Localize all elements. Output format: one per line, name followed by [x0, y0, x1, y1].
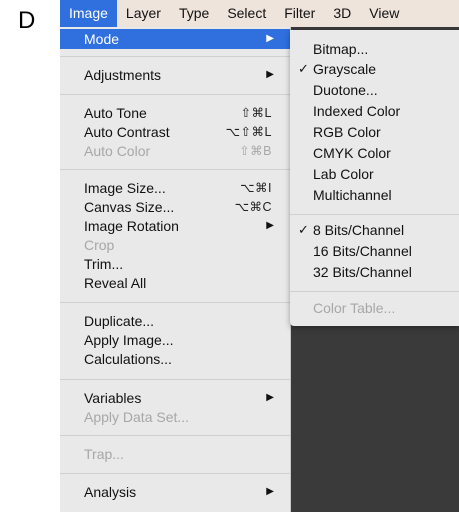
menu-item-label: Apply Data Set... [84, 409, 190, 425]
menubar-image[interactable]: Image [60, 0, 117, 27]
menu-item-trap: Trap... [60, 444, 290, 464]
menu-item-apply-image[interactable]: Apply Image... [60, 330, 290, 350]
menu-item-image-rotation[interactable]: Image Rotation ▶ [60, 216, 290, 236]
menu-item-label: 16 Bits/Channel [313, 243, 412, 259]
menu-item-label: Adjustments [84, 67, 162, 83]
menu-separator [60, 94, 290, 95]
menu-item-variables[interactable]: Variables ▶ [60, 388, 290, 408]
mode-item-rgb-color[interactable]: RGB Color [290, 122, 459, 142]
menu-separator [60, 169, 290, 170]
menu-item-label: Analysis [84, 484, 137, 500]
menu-item-label: Crop [84, 237, 115, 253]
menu-item-label: RGB Color [313, 124, 381, 140]
mode-item-indexed-color[interactable]: Indexed Color [290, 101, 459, 121]
menubar-3d[interactable]: 3D [324, 0, 360, 27]
menu-item-label: Grayscale [313, 61, 377, 77]
menu-item-auto-color: Auto Color ⇧⌘B [60, 141, 290, 161]
menu-item-label: Apply Image... [84, 332, 174, 348]
menu-separator [60, 473, 290, 474]
menu-shortcut: ⇧⌘B [239, 144, 272, 158]
menubar-type[interactable]: Type [170, 0, 218, 27]
menu-item-mode[interactable]: Mode ▶ [60, 29, 290, 49]
menu-item-label: 32 Bits/Channel [313, 264, 412, 280]
mode-submenu: Bitmap... ✓ Grayscale Duotone... Indexed… [290, 30, 459, 326]
menu-item-label: CMYK Color [313, 145, 391, 161]
menu-item-label: Duotone... [313, 82, 378, 98]
menu-separator [290, 214, 459, 215]
menu-item-label: Trap... [84, 446, 124, 462]
mode-item-grayscale[interactable]: ✓ Grayscale [290, 59, 459, 79]
menu-item-auto-tone[interactable]: Auto Tone ⇧⌘L [60, 103, 290, 123]
menu-item-image-size[interactable]: Image Size... ⌥⌘I [60, 178, 290, 198]
submenu-arrow-icon: ▶ [266, 69, 274, 80]
menu-separator [60, 379, 290, 380]
mode-item-color-table: Color Table... [290, 298, 459, 318]
menu-separator [60, 56, 290, 57]
menu-shortcut: ⇧⌘L [240, 106, 272, 120]
menu-item-calculations[interactable]: Calculations... [60, 349, 290, 369]
menu-item-label: Color Table... [313, 300, 396, 316]
menu-item-label: Calculations... [84, 351, 172, 367]
mode-item-8-bits[interactable]: ✓ 8 Bits/Channel [290, 220, 459, 240]
menu-item-label: Multichannel [313, 187, 392, 203]
mode-item-16-bits[interactable]: 16 Bits/Channel [290, 241, 459, 261]
menu-separator [60, 302, 290, 303]
menubar-filter[interactable]: Filter [275, 0, 324, 27]
menubar-layer[interactable]: Layer [117, 0, 170, 27]
mode-item-cmyk-color[interactable]: CMYK Color [290, 143, 459, 163]
menu-item-label: Canvas Size... [84, 199, 175, 215]
menu-item-label: Auto Contrast [84, 124, 170, 140]
menu-item-auto-contrast[interactable]: Auto Contrast ⌥⇧⌘L [60, 122, 290, 142]
menu-item-label: Lab Color [313, 166, 374, 182]
menu-item-label: Bitmap... [313, 41, 369, 57]
menu-item-crop: Crop [60, 235, 290, 255]
menu-item-canvas-size[interactable]: Canvas Size... ⌥⌘C [60, 197, 290, 217]
submenu-arrow-icon: ▶ [266, 220, 274, 231]
menu-item-label: Auto Color [84, 143, 151, 159]
menu-item-analysis[interactable]: Analysis ▶ [60, 482, 290, 502]
menu-item-label: Indexed Color [313, 103, 401, 119]
menu-item-apply-data-set: Apply Data Set... [60, 407, 290, 427]
checkmark-icon: ✓ [298, 61, 309, 76]
menu-shortcut: ⌥⇧⌘L [225, 125, 272, 139]
submenu-arrow-icon: ▶ [266, 33, 274, 44]
panel-label: D [18, 7, 36, 34]
menubar-select[interactable]: Select [218, 0, 275, 27]
mode-item-bitmap[interactable]: Bitmap... [290, 39, 459, 59]
menu-item-label: Trim... [84, 256, 124, 272]
submenu-arrow-icon: ▶ [266, 486, 274, 497]
menu-item-label: Duplicate... [84, 313, 155, 329]
menu-shortcut: ⌥⌘I [240, 181, 272, 195]
menu-item-adjustments[interactable]: Adjustments ▶ [60, 65, 290, 85]
menu-item-label: Image Size... [84, 180, 166, 196]
menu-item-label: Auto Tone [84, 105, 147, 121]
menu-item-label: Variables [84, 390, 142, 406]
checkmark-icon: ✓ [298, 222, 309, 237]
menu-item-duplicate[interactable]: Duplicate... [60, 311, 290, 331]
menu-item-label: Mode [84, 31, 120, 47]
mode-item-duotone[interactable]: Duotone... [290, 80, 459, 100]
menu-item-label: Image Rotation [84, 218, 179, 234]
menu-item-label: 8 Bits/Channel [313, 222, 405, 238]
menu-bar: Image Layer Type Select Filter 3D View [60, 0, 459, 27]
menu-separator [290, 291, 459, 292]
menu-item-label: Reveal All [84, 275, 147, 291]
image-menu: Mode ▶ Adjustments ▶ Auto Tone ⇧⌘L Auto … [60, 27, 291, 512]
mode-item-32-bits[interactable]: 32 Bits/Channel [290, 262, 459, 282]
mode-item-lab-color[interactable]: Lab Color [290, 164, 459, 184]
submenu-arrow-icon: ▶ [266, 392, 274, 403]
menu-shortcut: ⌥⌘C [234, 200, 272, 214]
menu-item-trim[interactable]: Trim... [60, 254, 290, 274]
menubar-view[interactable]: View [360, 0, 408, 27]
mode-item-multichannel[interactable]: Multichannel [290, 185, 459, 205]
menu-item-reveal-all[interactable]: Reveal All [60, 273, 290, 293]
menu-separator [60, 435, 290, 436]
